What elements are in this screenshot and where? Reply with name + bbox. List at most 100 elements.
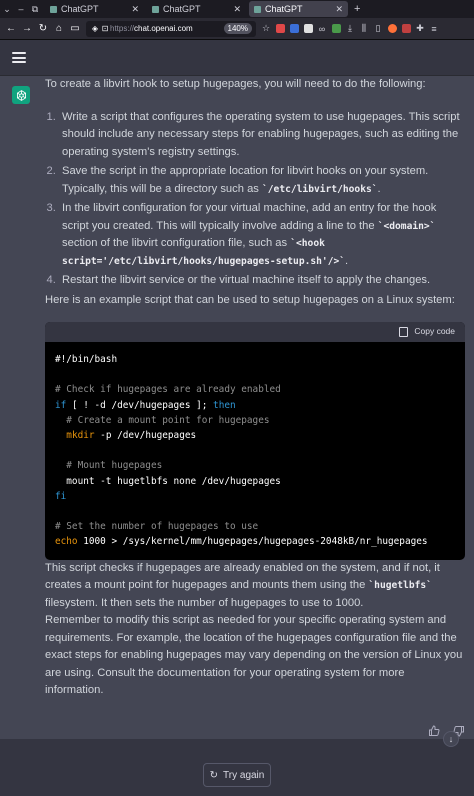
assistant-message: To create a libvirt hook to setup hugepa…: [0, 76, 474, 739]
scroll-to-bottom-button[interactable]: ↓: [443, 731, 459, 747]
code-line: mkdir -p /dev/hugepages: [55, 428, 455, 443]
code-body: #!/bin/bash # Check if hugepages are alr…: [45, 342, 465, 560]
inline-code: `<domain>`: [377, 220, 436, 232]
text-segment: .: [377, 182, 381, 195]
text-segment: Write a script that configures the opera…: [62, 110, 460, 158]
minimize-icon[interactable]: –: [14, 4, 28, 14]
code-line: # Create a mount point for hugepages: [55, 413, 455, 428]
browser-tab-active[interactable]: ChatGPT ✕: [249, 1, 348, 17]
puzzle-icon[interactable]: ✚: [413, 22, 427, 36]
code-token: -p /dev/hugepages: [94, 430, 197, 442]
extension-icon[interactable]: [399, 22, 413, 36]
chatgpt-favicon-icon: [152, 5, 159, 13]
step-item: In the libvirt configuration for your vi…: [59, 200, 465, 270]
code-token: # Create a mount point for hugepages: [55, 414, 270, 426]
code-line: #!/bin/bash: [55, 352, 455, 367]
sidebar-icon[interactable]: ▯: [371, 22, 385, 36]
code-token: fi: [55, 490, 67, 502]
code-line: mount -t hugetlbfs none /dev/hugepages: [55, 474, 455, 489]
code-token: mkdir: [66, 430, 95, 442]
url-host: chat.openai.com: [134, 24, 193, 33]
extension-icon[interactable]: [287, 22, 301, 36]
inline-code: `/etc/libvirt/hooks`: [262, 183, 378, 195]
tab-list-icon[interactable]: ⌄: [0, 4, 14, 15]
code-token: #!/bin/bash: [55, 354, 118, 365]
code-token: mount -t hugetlbfs none /dev/hugepages: [55, 475, 281, 487]
example-intro-text: Here is an example script that can be us…: [45, 293, 455, 306]
menu-icon[interactable]: ≡: [427, 22, 441, 36]
reminder-text: Remember to modify this script as needed…: [45, 614, 463, 697]
code-token: # Mount hugepages: [55, 460, 163, 472]
steps-list: Write a script that configures the opera…: [45, 109, 465, 290]
url-bar[interactable]: ◈ ⊡ https:// chat.openai.com 140%: [86, 20, 256, 37]
download-icon[interactable]: ⤓: [343, 22, 357, 36]
code-token: if: [55, 399, 67, 411]
code-token: # Check if hugepages are already enabled: [55, 384, 281, 396]
step-item: Save the script in the appropriate locat…: [59, 163, 465, 198]
code-line: # Set the number of hugepages to use: [55, 519, 455, 534]
text-segment: section of the libvirt configuration fil…: [62, 237, 291, 249]
refresh-icon: ↻: [209, 769, 219, 781]
text-segment: .: [345, 254, 349, 267]
try-again-label: Try again: [223, 769, 265, 781]
code-line: echo 1000 > /sys/kernel/mm/hugepages/hug…: [55, 534, 455, 549]
tab-close-icon[interactable]: ✕: [233, 4, 241, 15]
tab-title: ChatGPT: [61, 4, 99, 14]
inline-code: `hugetlbfs`: [368, 580, 432, 592]
bookmark-star-icon[interactable]: ☆: [259, 22, 273, 36]
library-icon[interactable]: ⫼: [357, 22, 371, 36]
browser-tab[interactable]: ChatGPT ✕: [147, 1, 246, 17]
tab-title: ChatGPT: [265, 4, 303, 14]
tab-close-icon[interactable]: ✕: [335, 4, 343, 15]
thumbs-up-icon[interactable]: [427, 724, 440, 737]
browser-tab-bar: ⌄ – ⧉ ChatGPT ✕ ChatGPT ✕ ChatGPT ✕ +: [0, 0, 474, 18]
step-item: Restart the libvirt service or the virtu…: [59, 272, 465, 290]
tab-close-icon[interactable]: ✕: [131, 4, 139, 15]
code-token: 1000 > /sys/kernel/mm/hugepages/hugepage…: [77, 536, 428, 548]
code-token: [ ! -d /dev/hugepages ];: [66, 399, 214, 411]
chatgpt-favicon-icon: [50, 5, 57, 13]
browser-tab[interactable]: ChatGPT ✕: [45, 1, 144, 17]
extension-icon[interactable]: [301, 22, 315, 36]
zoom-level[interactable]: 140%: [223, 23, 252, 34]
back-icon[interactable]: ←: [3, 23, 19, 34]
firefox-account-icon[interactable]: [385, 22, 399, 36]
message-content: To create a libvirt hook to setup hugepa…: [45, 76, 465, 700]
reload-icon[interactable]: ↻: [35, 23, 51, 34]
code-token: then: [213, 399, 236, 411]
hamburger-menu-icon[interactable]: [12, 52, 26, 63]
text-segment: Restart the libvirt service or the virtu…: [62, 274, 431, 286]
browser-nav-bar: ← → ↻ ⌂ ▭ ◈ ⊡ https:// chat.openai.com 1…: [0, 18, 474, 40]
code-line: fi: [55, 489, 455, 504]
extension-icon[interactable]: [329, 22, 343, 36]
chat-top-bar: [0, 40, 474, 76]
view-icon[interactable]: ▭: [67, 23, 83, 34]
tab-container-icon[interactable]: ⧉: [28, 4, 42, 15]
text-segment: filesystem. It then sets the number of h…: [45, 596, 364, 609]
extension-icon[interactable]: [273, 22, 287, 36]
step-item: Write a script that configures the opera…: [59, 109, 465, 162]
url-prefix: https://: [110, 24, 135, 33]
home-icon[interactable]: ⌂: [51, 23, 67, 34]
code-block-header: Copy code: [45, 322, 465, 342]
code-token: echo: [55, 536, 78, 548]
explanation-text: This script checks if hugepages are alre…: [45, 560, 465, 613]
code-token: # Set the number of hugepages to use: [55, 521, 259, 533]
new-tab-icon[interactable]: +: [354, 3, 360, 15]
extension-icon[interactable]: ∞: [315, 22, 329, 36]
bottom-bar: ↓ ↻ Try again: [0, 731, 474, 796]
try-again-button[interactable]: ↻ Try again: [203, 763, 271, 787]
code-line: # Mount hugepages: [55, 458, 455, 473]
code-line: if [ ! -d /dev/hugepages ]; then: [55, 398, 455, 413]
shield-icon[interactable]: ◈: [90, 24, 100, 33]
forward-icon[interactable]: →: [19, 23, 35, 34]
clipboard-icon[interactable]: [399, 327, 409, 337]
copy-code-button[interactable]: Copy code: [414, 323, 455, 341]
code-line: # Check if hugepages are already enabled: [55, 382, 455, 397]
code-block: Copy code #!/bin/bash # Check if hugepag…: [45, 322, 465, 560]
chatgpt-favicon-icon: [254, 5, 261, 13]
